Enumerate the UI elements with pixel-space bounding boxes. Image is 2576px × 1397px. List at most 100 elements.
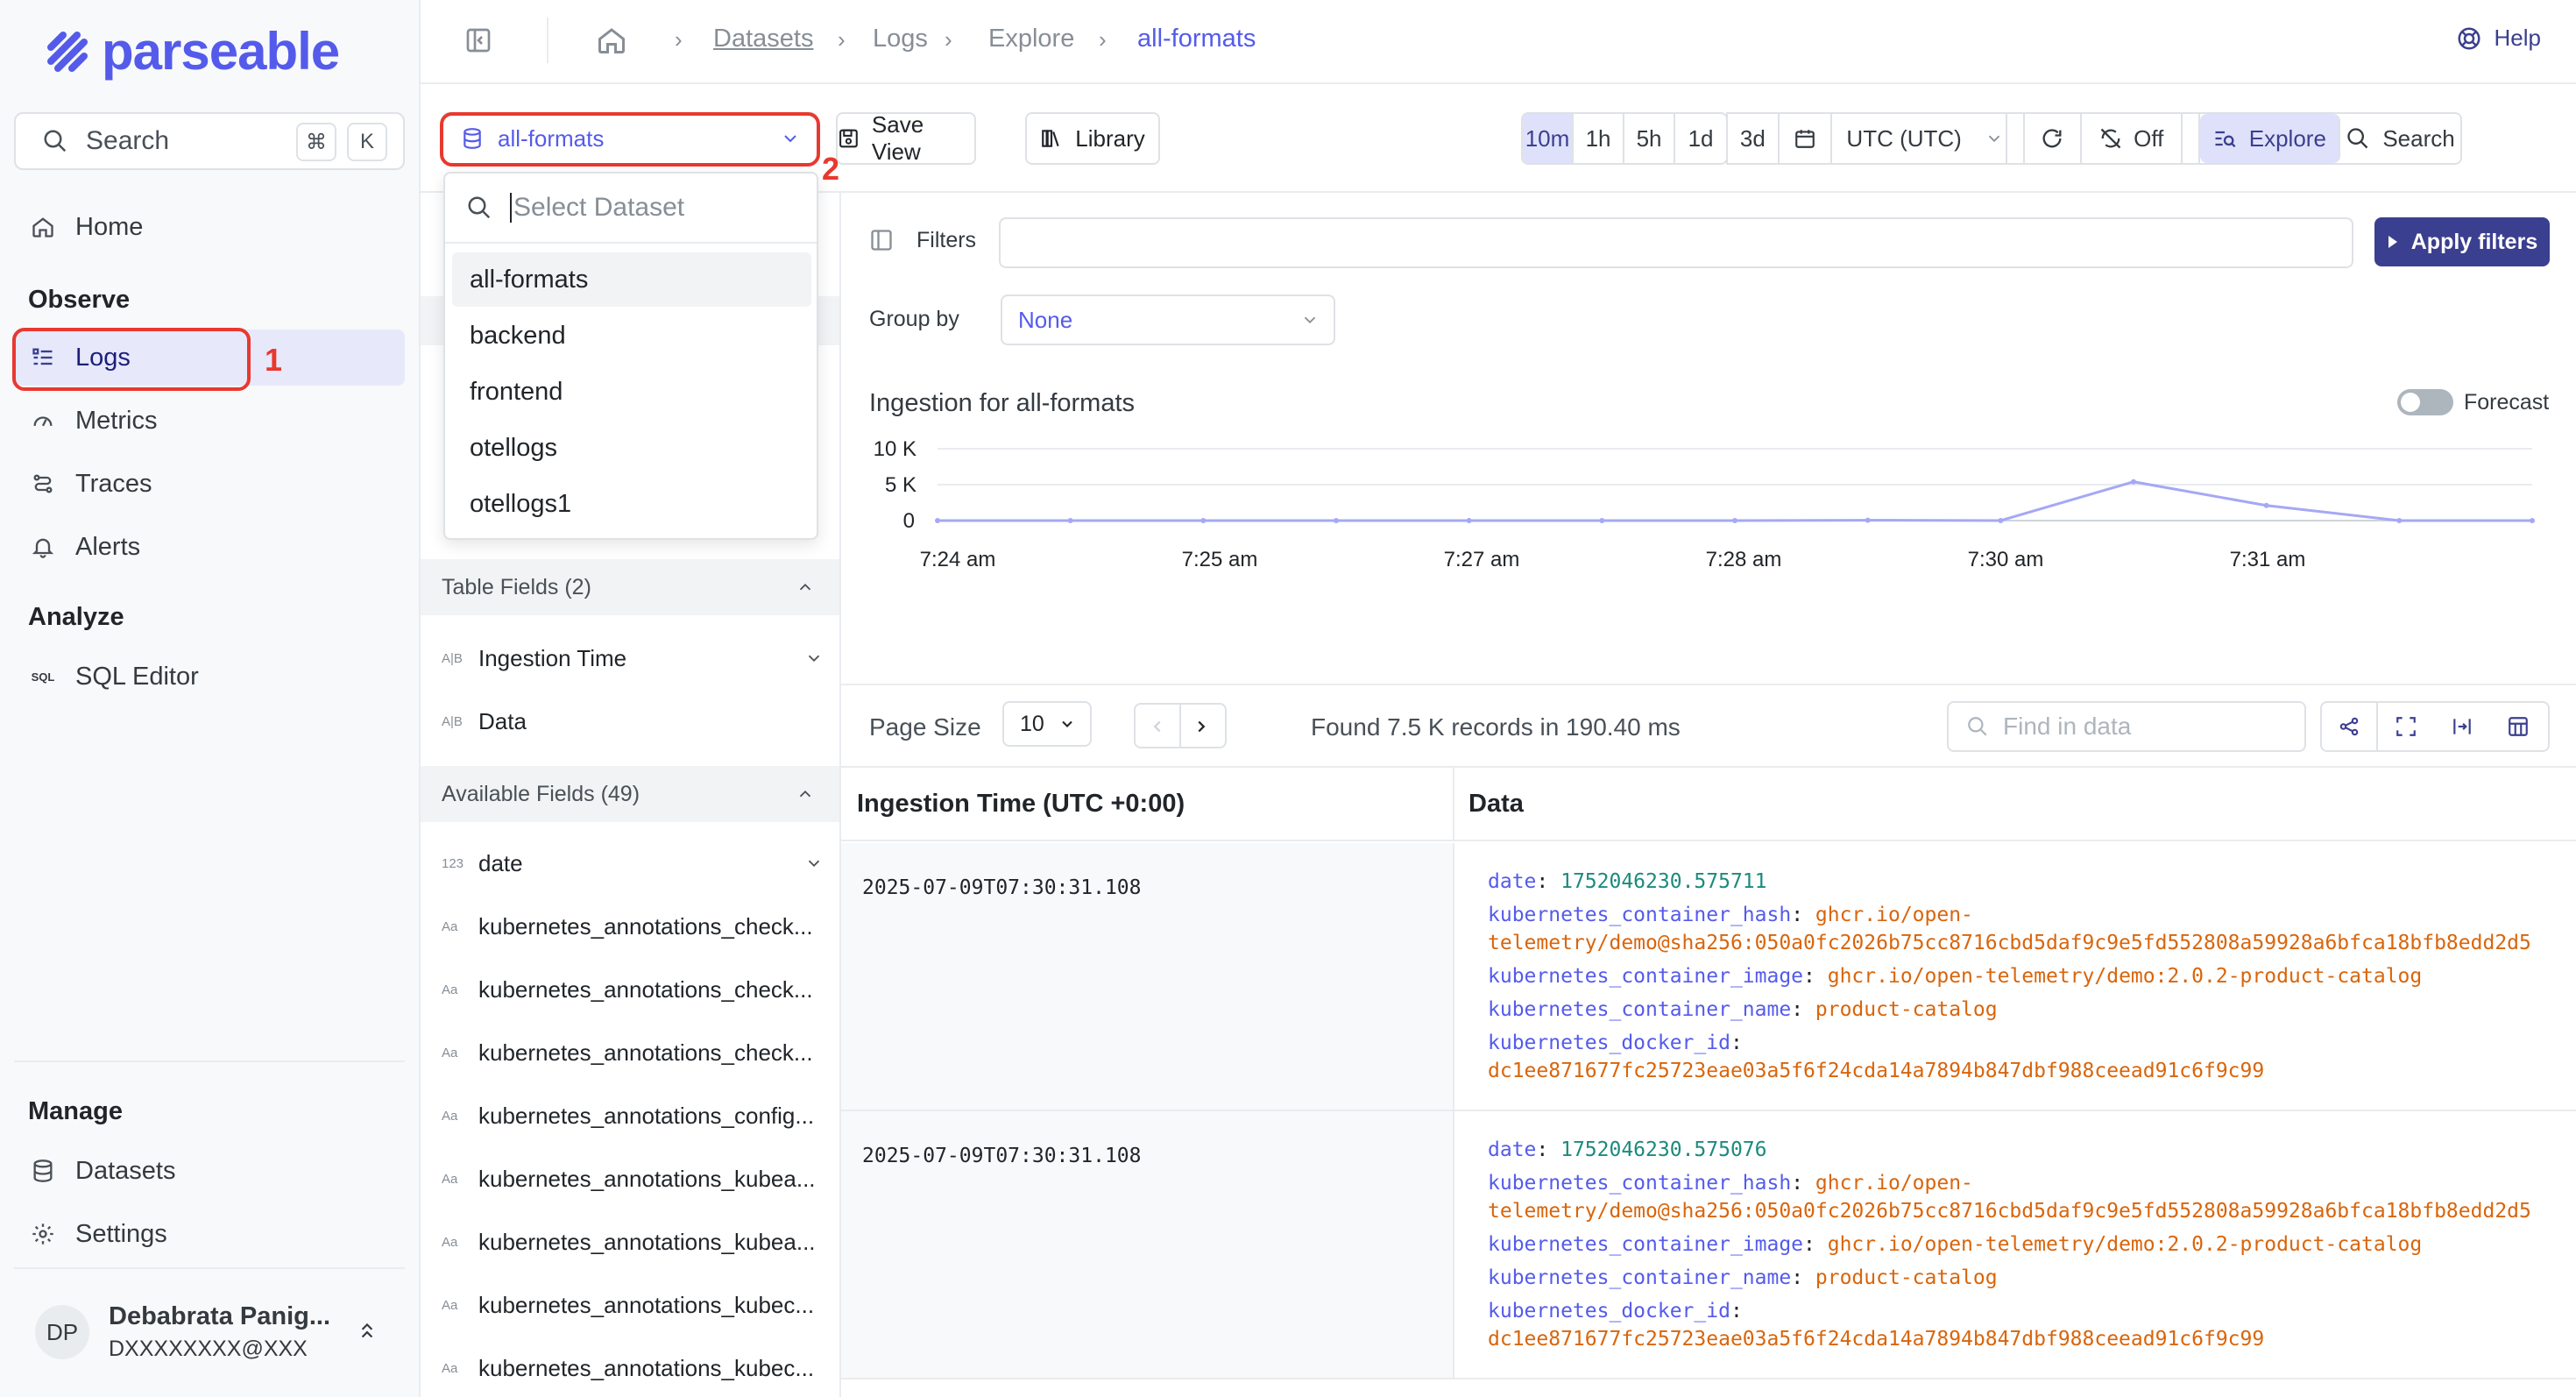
sidebar-item-metrics[interactable]: Metrics [14,393,405,449]
data-point[interactable] [1865,517,1871,523]
type-badge: Aa [442,1360,458,1376]
sidebar-item-label: Datasets [75,1156,176,1185]
data-key: kubernetes_docker_id [1488,1300,1730,1323]
refresh-button[interactable] [2025,114,2082,163]
sidebar-toggle-icon[interactable] [464,26,492,54]
page-size-select[interactable]: 10 [1002,701,1092,747]
time-range-10m[interactable]: 10m [1523,114,1575,163]
dataset-search[interactable]: Select Dataset [445,174,817,244]
table-row[interactable]: 2025-07-09T07:30:31.108 date: 1752046230.… [841,843,2576,1111]
table-fields-header[interactable]: Table Fields (2) [421,559,839,615]
ingestion-time: 2025-07-09T07:30:31.108 [862,876,1142,899]
calendar-button[interactable] [1780,114,1833,163]
data-point[interactable] [1732,518,1737,523]
chevron-down-icon[interactable] [804,854,824,873]
type-badge: Aa [442,918,458,934]
available-fields-header[interactable]: Available Fields (49) [421,766,839,822]
field-item[interactable]: Aa kubernetes_annotations_kubec... [442,1283,827,1327]
field-item[interactable]: Aa kubernetes_annotations_check... [442,904,827,948]
chevron-down-icon[interactable] [804,649,824,668]
toggle-switch[interactable] [2397,389,2453,415]
field-item[interactable]: Aa kubernetes_annotations_check... [442,968,827,1011]
library-button[interactable]: Library [1025,112,1160,165]
time-range-1d[interactable]: 1d [1675,114,1726,163]
field-item[interactable]: Aa kubernetes_annotations_check... [442,1031,827,1074]
timezone-select[interactable]: UTC (UTC) [1832,114,2008,163]
column-header-time[interactable]: Ingestion Time (UTC +0:00) [841,768,1454,841]
fullscreen-button[interactable] [2378,703,2434,750]
field-name: kubernetes_annotations_check... [478,975,813,1003]
filters-input[interactable] [999,217,2353,268]
group-by-select[interactable]: None [1001,294,1335,345]
dataset-option[interactable]: otellogs1 [452,477,811,531]
data-point[interactable] [1334,518,1339,523]
search-tab[interactable]: Search [2340,114,2460,163]
sidebar-item-datasets[interactable]: Datasets [14,1143,405,1199]
data-point[interactable] [1067,518,1073,523]
auto-refresh-button[interactable]: Off [2082,114,2183,163]
field-item[interactable]: 123 date [442,841,827,885]
data-point[interactable] [1998,518,2004,523]
field-item[interactable]: Aa kubernetes_annotations_kubea... [442,1220,827,1264]
user-menu[interactable]: DP Debabrata Panig... DXXXXXXXX@XXX [14,1288,405,1376]
annotation-box-dataset [440,112,820,167]
sidebar-item-traces[interactable]: Traces [14,456,405,512]
field-item[interactable]: Aa kubernetes_annotations_config... [442,1094,827,1138]
data-line: telemetry/demo@sha256:050a0fc2026b75cc87… [1488,1195,2531,1227]
apply-filters-button[interactable]: Apply filters [2374,217,2550,266]
data-point[interactable] [1599,518,1605,523]
forecast-label: Forecast [2464,389,2550,415]
arrow-to-line-icon [2453,719,2471,734]
data-point[interactable] [2263,502,2269,508]
data-point[interactable] [935,518,940,523]
explore-button[interactable]: Explore [2199,114,2341,163]
ingestion-chart: 10 K 5 K 07:24 am 7:25 am 7:27 am 7:28 am 7:30… [874,437,2535,571]
dataset-option[interactable]: frontend [452,365,811,419]
data-point[interactable] [1466,518,1472,523]
type-badge: Aa [442,1171,458,1187]
field-item[interactable]: A|B Data [442,699,827,743]
dataset-option[interactable]: otellogs [452,421,811,475]
help-link[interactable]: Help [2456,25,2541,52]
sidebar-item-alerts[interactable]: Alerts [14,519,405,575]
sidebar-item-sql-editor[interactable]: SQL SQL Editor [14,649,405,705]
forecast-toggle[interactable]: Forecast [2397,389,2549,415]
data-point[interactable] [2530,518,2535,523]
sidebar-item-home[interactable]: Home [14,199,405,255]
logo[interactable]: parseable [44,21,340,82]
breadcrumb-datasets[interactable]: Datasets [713,25,813,53]
time-range-1h[interactable]: 1h [1574,114,1625,163]
sql-icon: SQL [31,670,55,684]
time-range-5h[interactable]: 5h [1624,114,1676,163]
data-point[interactable] [2131,479,2136,485]
chevron-left-icon[interactable] [1148,717,1167,736]
field-name: kubernetes_annotations_config... [478,1102,815,1129]
chevron-right-icon[interactable] [1192,717,1211,736]
table-view-button[interactable] [2490,703,2546,750]
field-item[interactable]: Aa kubernetes_annotations_kubec... [442,1346,827,1390]
dataset-option[interactable]: all-formats [452,252,811,307]
dataset-option[interactable]: backend [452,308,811,363]
data-point[interactable] [2396,518,2403,523]
data-value: product-catalog [1815,998,1998,1021]
save-view-button[interactable]: Save View [836,111,976,165]
table-row[interactable]: 2025-07-09T07:30:31.108 date: 1752046230.… [841,1111,2576,1379]
column-header-data[interactable]: Data [1454,768,2576,841]
column-fit-button[interactable] [2434,703,2490,750]
breadcrumb-explore[interactable]: Explore [988,25,1074,53]
breadcrumb-logs[interactable]: Logs [873,25,928,53]
panel-toggle-icon[interactable] [869,228,894,252]
time-range-3d[interactable]: 3d [1726,114,1780,163]
sidebar-item-settings[interactable]: Settings [14,1206,405,1262]
shortcut-key-cmd: ⌘ [296,123,336,161]
find-in-data-input[interactable]: Find in data [1947,701,2306,752]
field-item[interactable]: A|B Ingestion Time [442,636,827,680]
data-line: date: 1752046230.575076 [1488,1138,1767,1161]
field-item[interactable]: Aa kubernetes_annotations_kubea... [442,1157,827,1201]
data-point[interactable] [1200,518,1207,523]
sidebar-search[interactable]: Search ⌘ K [14,112,405,170]
share-button[interactable] [2322,703,2378,750]
home-icon[interactable] [596,25,627,56]
sidebar-item-label: Metrics [75,406,158,435]
data-value: telemetry/demo@sha256:050a0fc2026b75cc87… [1488,932,2531,954]
